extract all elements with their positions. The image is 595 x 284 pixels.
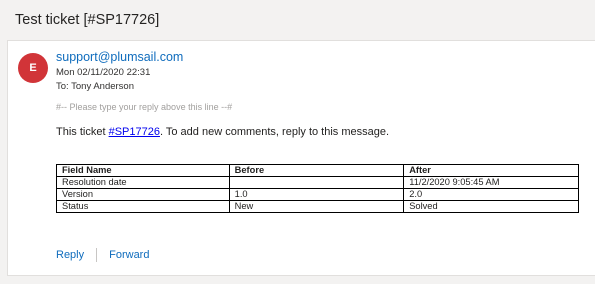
message-prefix: This ticket [56,126,109,138]
table-header-row: Field Name Before After [56,164,579,177]
table-cell: Resolution date [56,176,230,189]
table-row: Version 1.0 2.0 [56,188,579,201]
ticket-link[interactable]: #SP17726 [109,126,160,138]
message-body: This ticket #SP17726. To add new comment… [56,126,389,138]
reply-button[interactable]: Reply [56,249,84,261]
reply-separator: #-- Please type your reply above this li… [56,102,233,112]
changes-table: Field Name Before After Resolution date … [56,164,579,213]
header-before: Before [228,164,405,177]
table-cell: 2.0 [403,188,579,201]
forward-button[interactable]: Forward [109,249,149,261]
subject-bar: Test ticket [#SP17726] [0,0,595,40]
email-date: Mon 02/11/2020 22:31 [56,67,151,78]
table-row: Resolution date 11/2/2020 9:05:45 AM [56,176,579,189]
table-cell: Solved [403,200,579,213]
table-cell: 11/2/2020 9:05:45 AM [403,176,579,189]
header-field-name: Field Name [56,164,230,177]
table-cell: Status [56,200,230,213]
action-divider [96,248,98,262]
recipient-line: To: Tony Anderson [56,81,134,92]
table-cell: 1.0 [228,188,405,201]
table-cell [228,176,405,189]
message-suffix: . To add new comments, reply to this mes… [159,126,390,138]
sender-avatar[interactable]: E [18,53,48,83]
email-subject: Test ticket [#SP17726] [15,12,160,28]
header-after: After [403,164,579,177]
email-card: E support@plumsail.com Mon 02/11/2020 22… [7,40,595,276]
table-row: Status New Solved [56,200,579,213]
email-actions: Reply Forward [56,248,149,262]
table-cell: New [228,200,405,213]
table-cell: Version [56,188,230,201]
sender-address[interactable]: support@plumsail.com [56,50,183,64]
